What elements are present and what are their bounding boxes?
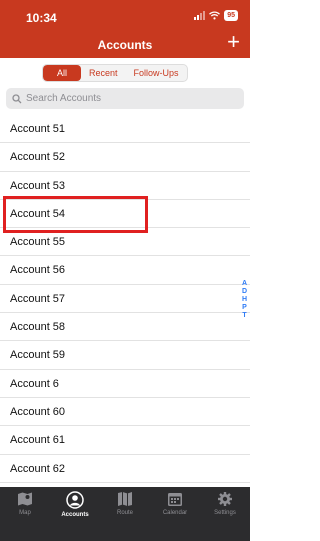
tab-label: Calendar xyxy=(162,510,188,516)
list-item[interactable]: Account 58 xyxy=(0,313,250,342)
tab-calendar[interactable]: Calendar xyxy=(150,487,200,541)
segmented-control: All Recent Follow-Ups xyxy=(42,64,188,82)
status-time: 10:34 xyxy=(26,11,57,25)
tab-route[interactable]: Route xyxy=(100,487,150,541)
map-icon xyxy=(18,492,32,506)
calendar-icon xyxy=(168,493,182,506)
tab-label: Accounts xyxy=(61,512,89,518)
search-icon xyxy=(12,93,22,103)
battery-icon: 95 xyxy=(224,10,238,21)
list-item[interactable]: Account 57 xyxy=(0,285,250,314)
app-header: 10:34 95 Accounts + xyxy=(0,0,250,58)
tab-label: Route xyxy=(116,510,133,516)
index-letter[interactable]: H xyxy=(242,296,247,304)
search-input[interactable]: Search Accounts xyxy=(6,88,244,109)
segment-follow-ups[interactable]: Follow-Ups xyxy=(126,65,187,81)
list-item[interactable]: Account 54 xyxy=(0,200,250,229)
index-letter[interactable]: A xyxy=(242,280,247,288)
list-item[interactable]: Account 59 xyxy=(0,341,250,370)
add-account-button[interactable]: + xyxy=(227,31,240,53)
list-item[interactable]: Account 53 xyxy=(0,172,250,200)
index-letter[interactable]: D xyxy=(242,288,247,296)
tab-bar: Map Accounts Route Calendar Settings xyxy=(0,487,250,541)
list-item[interactable]: Account 52 xyxy=(0,143,250,172)
tab-map[interactable]: Map xyxy=(0,487,50,541)
person-icon xyxy=(66,491,84,509)
route-icon xyxy=(118,492,132,506)
tab-label: Settings xyxy=(214,510,236,516)
wifi-icon xyxy=(209,11,221,20)
list-item[interactable]: Account 60 xyxy=(0,398,250,427)
alphabet-index: A D H P T xyxy=(242,280,247,320)
list-item[interactable]: Account 6 xyxy=(0,370,250,398)
accounts-list: Account 51 Account 52 Account 53 Account… xyxy=(0,115,250,483)
gear-icon xyxy=(218,492,232,506)
segment-all[interactable]: All xyxy=(43,65,82,81)
segment-bar: All Recent Follow-Ups xyxy=(0,58,250,86)
list-item[interactable]: Account 61 xyxy=(0,426,250,455)
tab-accounts[interactable]: Accounts xyxy=(50,487,100,541)
status-icons: 95 xyxy=(194,10,238,21)
list-item[interactable]: Account 56 xyxy=(0,256,250,285)
tab-settings[interactable]: Settings xyxy=(200,487,250,541)
list-item[interactable]: Account 62 xyxy=(0,455,250,483)
page-title: Accounts xyxy=(97,38,153,52)
segment-recent[interactable]: Recent xyxy=(81,65,126,81)
list-item[interactable]: Account 55 xyxy=(0,228,250,257)
signal-icon xyxy=(194,11,206,20)
index-letter[interactable]: T xyxy=(242,312,246,320)
index-letter[interactable]: P xyxy=(242,304,247,312)
list-item[interactable]: Account 51 xyxy=(0,115,250,144)
search-placeholder: Search Accounts xyxy=(26,93,102,104)
tab-label: Map xyxy=(19,510,31,516)
